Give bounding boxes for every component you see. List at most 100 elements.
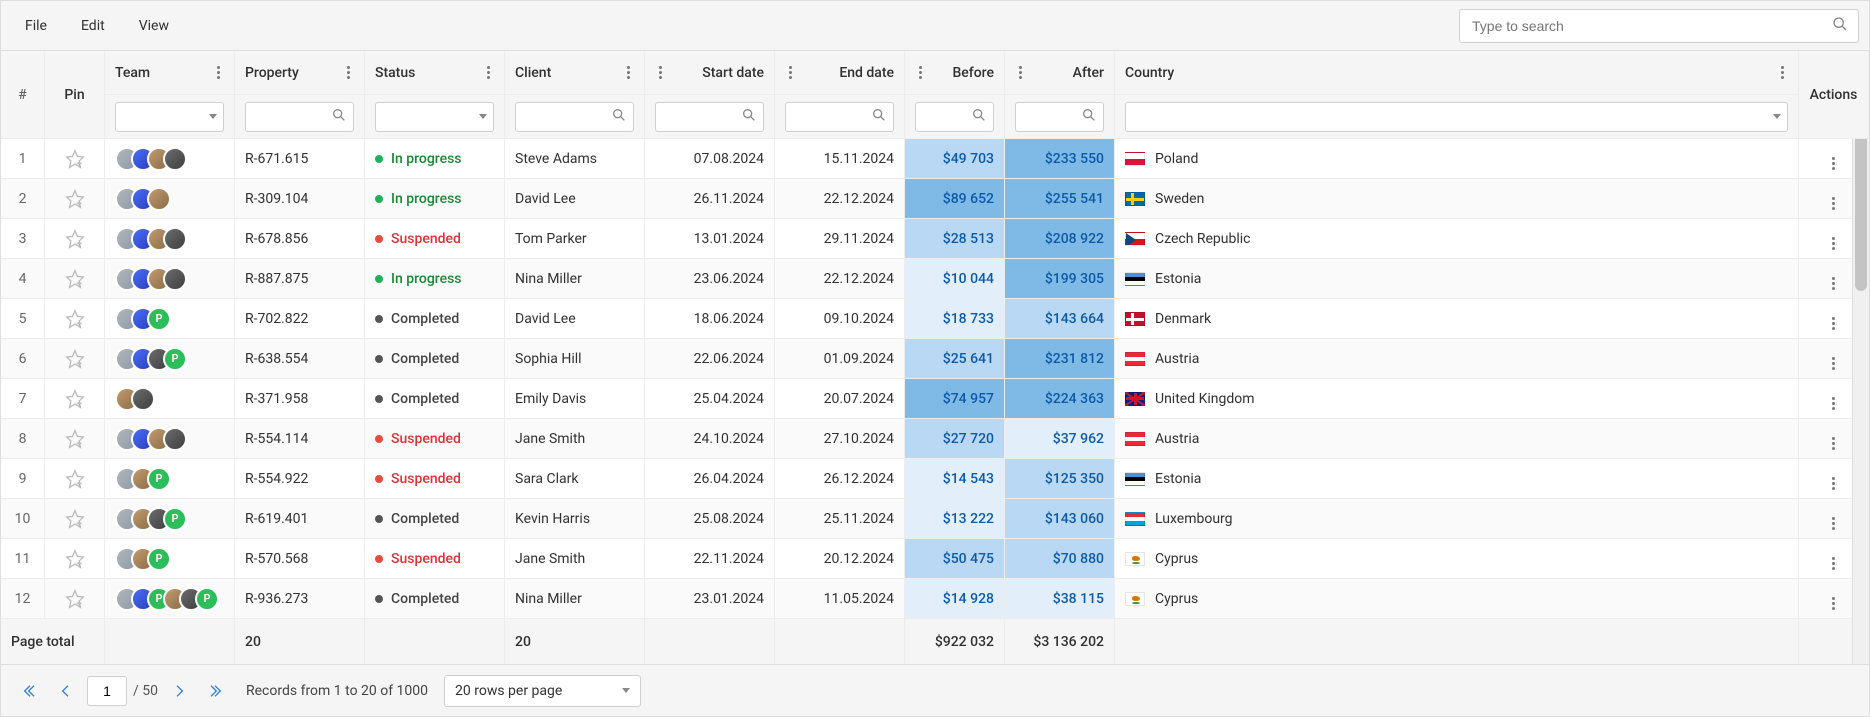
col-header-actions[interactable]: Actions	[1799, 51, 1869, 139]
row-actions-icon[interactable]	[1832, 597, 1835, 610]
row-actions-icon[interactable]	[1832, 437, 1835, 450]
column-menu-icon[interactable]	[1777, 62, 1788, 83]
row-actions-icon[interactable]	[1832, 317, 1835, 330]
filter-team-select[interactable]	[115, 102, 224, 132]
row-actions-icon[interactable]	[1832, 477, 1835, 490]
row-actions-icon[interactable]	[1832, 277, 1835, 290]
vertical-scrollbar[interactable]	[1852, 51, 1869, 664]
col-header-status[interactable]: Status	[365, 51, 505, 95]
filter-before-input[interactable]	[915, 102, 994, 132]
filter-status-select[interactable]	[375, 102, 494, 132]
row-actions-icon[interactable]	[1832, 197, 1835, 210]
global-search[interactable]	[1459, 9, 1859, 43]
cell-pin[interactable]	[45, 539, 105, 579]
star-icon[interactable]	[55, 149, 94, 169]
table-row[interactable]: 6 P R-638.554 Completed Sophia Hill 22.0…	[1, 339, 1869, 379]
col-header-team[interactable]: Team	[105, 51, 235, 95]
cell-pin[interactable]	[45, 339, 105, 379]
star-icon[interactable]	[55, 429, 94, 449]
col-header-before[interactable]: Before	[905, 51, 1005, 95]
column-menu-icon[interactable]	[915, 62, 926, 83]
table-row[interactable]: 1 R-671.615 In progress Steve Adams 07.0…	[1, 139, 1869, 179]
row-actions-icon[interactable]	[1832, 517, 1835, 530]
star-icon[interactable]	[55, 229, 94, 249]
row-actions-icon[interactable]	[1832, 357, 1835, 370]
cell-pin[interactable]	[45, 499, 105, 539]
star-icon[interactable]	[55, 549, 94, 569]
star-icon[interactable]	[55, 509, 94, 529]
col-header-property[interactable]: Property	[235, 51, 365, 95]
col-header-index[interactable]: #	[1, 51, 45, 139]
table-row[interactable]: 9 P R-554.922 Suspended Sara Clark 26.04…	[1, 459, 1869, 499]
filter-input[interactable]	[122, 108, 209, 125]
column-menu-icon[interactable]	[483, 62, 494, 83]
table-row[interactable]: 3 R-678.856 Suspended Tom Parker 13.01.2…	[1, 219, 1869, 259]
table-row[interactable]: 7 R-371.958 Completed Emily Davis 25.04.…	[1, 379, 1869, 419]
filter-country-select[interactable]	[1125, 102, 1788, 132]
col-header-client[interactable]: Client	[505, 51, 645, 95]
column-menu-icon[interactable]	[343, 62, 354, 83]
star-icon[interactable]	[55, 589, 94, 609]
filter-input[interactable]	[922, 108, 971, 125]
star-icon[interactable]	[55, 349, 94, 369]
filter-input[interactable]	[382, 108, 479, 125]
page-next-button[interactable]	[164, 676, 194, 706]
star-icon[interactable]	[55, 189, 94, 209]
filter-input[interactable]	[662, 108, 741, 125]
filter-end-input[interactable]	[785, 102, 894, 132]
column-menu-icon[interactable]	[213, 62, 224, 83]
page-last-button[interactable]	[200, 676, 230, 706]
filter-input[interactable]	[1132, 108, 1773, 125]
row-actions-icon[interactable]	[1832, 397, 1835, 410]
star-icon[interactable]	[55, 269, 94, 289]
col-header-pin[interactable]: Pin	[45, 51, 105, 139]
filter-input[interactable]	[1022, 108, 1081, 125]
table-row[interactable]: 2 R-309.104 In progress David Lee 26.11.…	[1, 179, 1869, 219]
cell-pin[interactable]	[45, 259, 105, 299]
filter-client-input[interactable]	[515, 102, 634, 132]
table-row[interactable]: 5 P R-702.822 Completed David Lee 18.06.…	[1, 299, 1869, 339]
menu-view[interactable]: View	[125, 10, 183, 42]
menu-edit[interactable]: Edit	[67, 10, 119, 42]
row-actions-icon[interactable]	[1832, 157, 1835, 170]
cell-pin[interactable]	[45, 459, 105, 499]
row-actions-icon[interactable]	[1832, 237, 1835, 250]
page-prev-button[interactable]	[51, 676, 81, 706]
table-row[interactable]: 10 P R-619.401 Completed Kevin Harris 25…	[1, 499, 1869, 539]
column-menu-icon[interactable]	[623, 62, 634, 83]
table-row[interactable]: 4 R-887.875 In progress Nina Miller 23.0…	[1, 259, 1869, 299]
row-actions-icon[interactable]	[1832, 557, 1835, 570]
filter-input[interactable]	[252, 108, 331, 125]
column-menu-icon[interactable]	[785, 62, 796, 83]
filter-start-input[interactable]	[655, 102, 764, 132]
cell-pin[interactable]	[45, 379, 105, 419]
cell-pin[interactable]	[45, 299, 105, 339]
rows-per-page-select[interactable]: 20 rows per page	[444, 675, 641, 707]
col-header-end[interactable]: End date	[775, 51, 905, 95]
filter-property-input[interactable]	[245, 102, 354, 132]
star-icon[interactable]	[55, 389, 94, 409]
page-number-input[interactable]	[87, 676, 127, 706]
column-menu-icon[interactable]	[655, 62, 666, 83]
table-row[interactable]: 11 P R-570.568 Suspended Jane Smith 22.1…	[1, 539, 1869, 579]
search-input[interactable]	[1470, 17, 1832, 35]
cell-pin[interactable]	[45, 219, 105, 259]
page-first-button[interactable]	[15, 676, 45, 706]
star-icon[interactable]	[55, 309, 94, 329]
col-header-after[interactable]: After	[1005, 51, 1115, 95]
cell-pin[interactable]	[45, 579, 105, 619]
column-menu-icon[interactable]	[1015, 62, 1026, 83]
filter-input[interactable]	[792, 108, 871, 125]
col-header-start[interactable]: Start date	[645, 51, 775, 95]
filter-client	[505, 95, 645, 139]
filter-input[interactable]	[522, 108, 611, 125]
cell-pin[interactable]	[45, 419, 105, 459]
cell-pin[interactable]	[45, 179, 105, 219]
col-header-country[interactable]: Country	[1115, 51, 1799, 95]
table-row[interactable]: 8 R-554.114 Suspended Jane Smith 24.10.2…	[1, 419, 1869, 459]
filter-after-input[interactable]	[1015, 102, 1104, 132]
cell-pin[interactable]	[45, 139, 105, 179]
menu-file[interactable]: File	[11, 10, 61, 42]
table-row[interactable]: 12 PP R-936.273 Completed Nina Miller 23…	[1, 579, 1869, 619]
star-icon[interactable]	[55, 469, 94, 489]
